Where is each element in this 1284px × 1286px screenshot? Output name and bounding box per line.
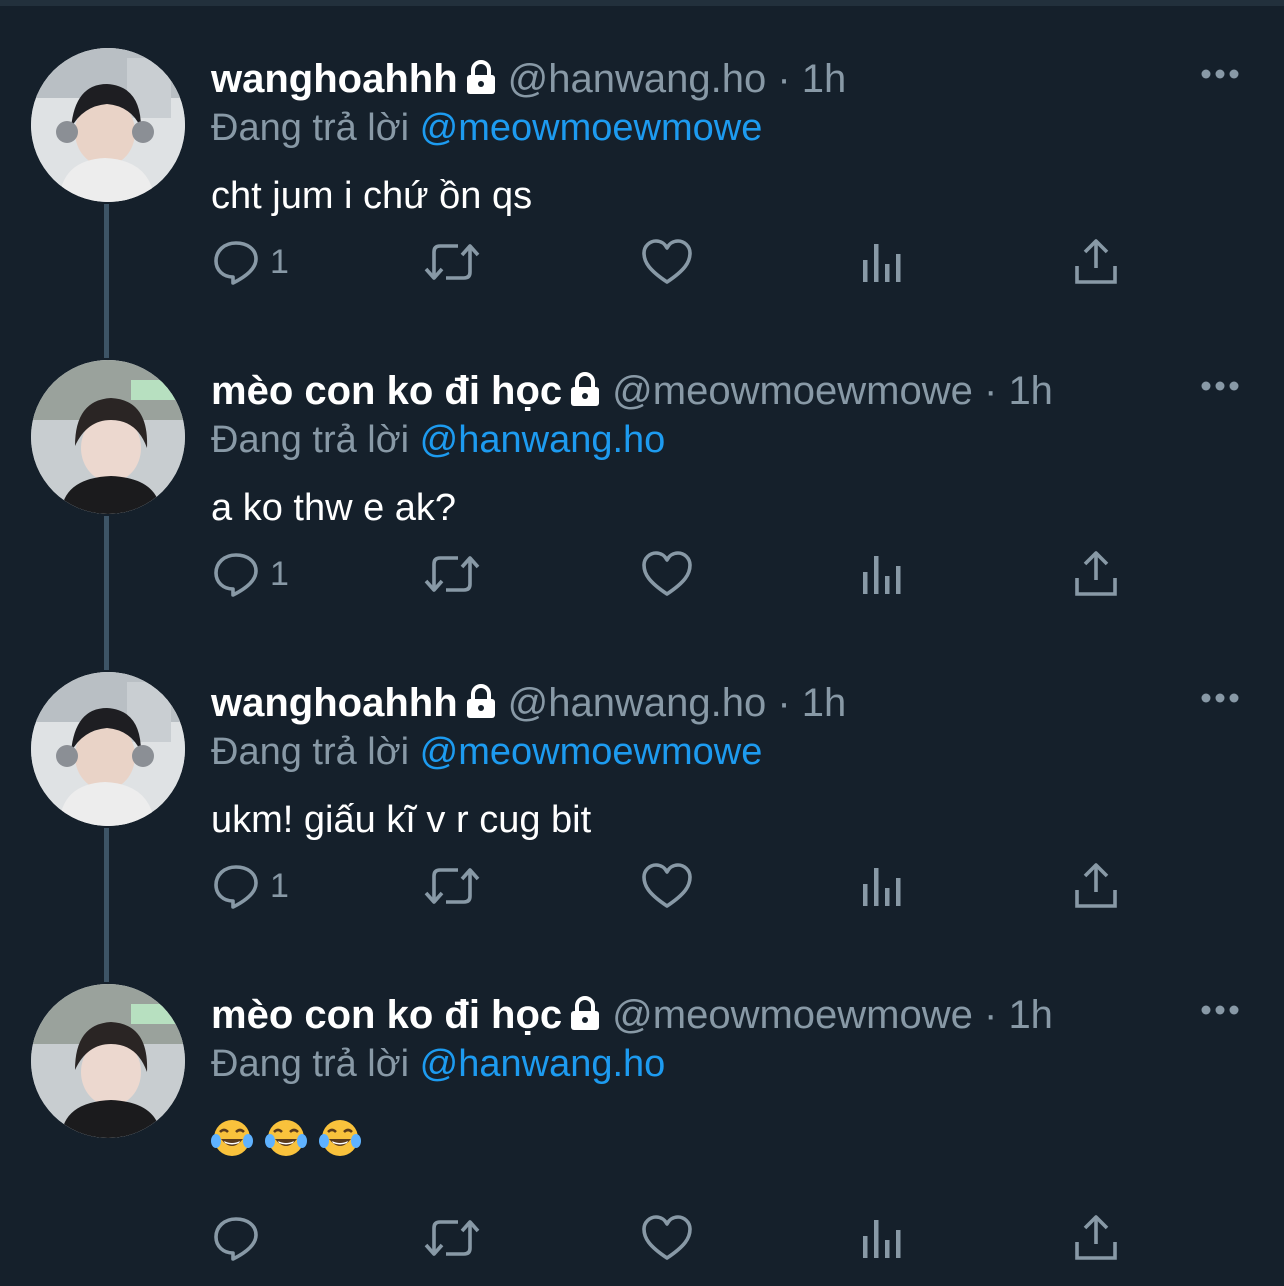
replying-prefix: Đang trả lời <box>211 731 410 773</box>
user-handle[interactable]: @hanwang.ho <box>508 57 767 101</box>
separator-dot: · <box>777 57 791 101</box>
replying-to: Đang trả lời @hanwang.ho <box>211 414 665 466</box>
display-name[interactable]: mèo con ko đi học <box>211 993 562 1037</box>
retweet-icon <box>424 244 480 280</box>
like-button[interactable] <box>641 544 693 604</box>
mention-link[interactable]: @hanwang.ho <box>420 419 666 461</box>
timestamp[interactable]: 1h <box>802 681 847 725</box>
share-icon <box>1075 1215 1117 1260</box>
reply-button[interactable]: 1 <box>212 544 289 604</box>
timestamp[interactable]: 1h <box>1008 369 1053 413</box>
reply-count: 1 <box>270 242 289 281</box>
analytics-icon <box>863 868 901 906</box>
separator-dot: · <box>983 993 998 1037</box>
reply-button[interactable]: 1 <box>212 856 289 916</box>
reply-icon <box>214 241 258 285</box>
timestamp[interactable]: 1h <box>1008 993 1053 1037</box>
action-bar: 1 <box>0 544 1284 604</box>
tears-of-joy-emoji <box>319 1117 361 1175</box>
avatar[interactable] <box>31 360 185 514</box>
retweet-button[interactable] <box>424 544 480 604</box>
replying-prefix: Đang trả lời <box>211 419 410 461</box>
mention-link[interactable]: @meowmoewmowe <box>420 107 763 149</box>
more-icon[interactable] <box>1198 686 1242 710</box>
display-name[interactable]: mèo con ko đi học <box>211 369 562 413</box>
reply-button[interactable] <box>212 1208 270 1268</box>
avatar[interactable] <box>31 672 185 826</box>
share-button[interactable] <box>1072 544 1120 604</box>
user-handle[interactable]: @meowmoewmowe <box>612 993 973 1037</box>
timestamp[interactable]: 1h <box>802 57 847 101</box>
replying-to: Đang trả lời @meowmoewmowe <box>211 102 762 154</box>
avatar[interactable] <box>31 984 185 1138</box>
tweet-header: wanghoahhh @hanwang.ho · 1h <box>211 676 846 730</box>
tweet-header: mèo con ko đi học @meowmoewmowe · 1h <box>211 988 1053 1042</box>
analytics-icon <box>863 1220 901 1258</box>
user-handle[interactable]: @hanwang.ho <box>508 681 767 725</box>
share-icon <box>1075 863 1117 908</box>
reply-count: 1 <box>270 554 289 593</box>
tweet-header: mèo con ko đi học @meowmoewmowe · 1h <box>211 364 1053 418</box>
replying-prefix: Đang trả lời <box>211 107 410 149</box>
like-button[interactable] <box>641 856 693 916</box>
retweet-icon <box>424 556 480 592</box>
like-icon <box>642 239 692 284</box>
like-icon <box>642 863 692 908</box>
share-button[interactable] <box>1072 232 1120 292</box>
tweet[interactable]: mèo con ko đi học @meowmoewmowe · 1h Đang… <box>0 936 1284 1261</box>
share-button[interactable] <box>1072 1208 1120 1268</box>
analytics-button[interactable] <box>860 544 904 604</box>
analytics-icon <box>863 556 901 594</box>
more-icon[interactable] <box>1198 62 1242 86</box>
like-icon <box>642 1215 692 1260</box>
action-bar <box>0 1208 1284 1268</box>
tears-of-joy-emoji <box>211 1117 253 1175</box>
analytics-button[interactable] <box>860 232 904 292</box>
replying-prefix: Đang trả lời <box>211 1043 410 1085</box>
mention-link[interactable]: @meowmoewmowe <box>420 731 763 773</box>
share-button[interactable] <box>1072 856 1120 916</box>
tears-of-joy-emoji <box>265 1117 307 1175</box>
action-bar: 1 <box>0 856 1284 916</box>
like-icon <box>642 551 692 596</box>
reply-icon <box>214 553 258 597</box>
mention-link[interactable]: @hanwang.ho <box>420 1043 666 1085</box>
avatar[interactable] <box>31 48 185 202</box>
tweet[interactable]: mèo con ko đi học @meowmoewmowe · 1h Đang… <box>0 312 1284 624</box>
tweet-text: ukm! giấu kĩ v r cug bit <box>211 799 592 841</box>
replying-to: Đang trả lời @meowmoewmowe <box>211 726 762 778</box>
tweet-text: cht jum i chứ ồn qs <box>211 175 533 217</box>
reply-icon <box>214 865 258 909</box>
user-handle[interactable]: @meowmoewmowe <box>612 369 973 413</box>
reply-icon <box>214 1217 258 1261</box>
tweet[interactable]: wanghoahhh @hanwang.ho · 1h Đang trả lời … <box>0 0 1284 312</box>
tweet[interactable]: wanghoahhh @hanwang.ho · 1h Đang trả lời … <box>0 624 1284 936</box>
retweet-button[interactable] <box>424 1208 480 1268</box>
like-button[interactable] <box>641 232 693 292</box>
replying-to: Đang trả lời @hanwang.ho <box>211 1038 665 1090</box>
analytics-icon <box>863 244 901 282</box>
tweet-header: wanghoahhh @hanwang.ho · 1h <box>211 52 846 106</box>
like-button[interactable] <box>641 1208 693 1268</box>
display-name[interactable]: wanghoahhh <box>211 681 458 725</box>
retweet-button[interactable] <box>424 856 480 916</box>
more-icon[interactable] <box>1198 374 1242 398</box>
share-icon <box>1075 551 1117 596</box>
analytics-button[interactable] <box>860 856 904 916</box>
analytics-button[interactable] <box>860 1208 904 1268</box>
reply-count: 1 <box>270 866 289 905</box>
emoji-row <box>211 1116 373 1175</box>
separator-dot: · <box>777 681 791 725</box>
display-name[interactable]: wanghoahhh <box>211 57 458 101</box>
share-icon <box>1075 239 1117 284</box>
separator-dot: · <box>983 369 998 413</box>
tweet-text: a ko thw e ak? <box>211 487 457 529</box>
more-icon[interactable] <box>1198 998 1242 1022</box>
retweet-button[interactable] <box>424 232 480 292</box>
reply-button[interactable]: 1 <box>212 232 289 292</box>
action-bar: 1 <box>0 232 1284 292</box>
retweet-icon <box>424 1220 480 1256</box>
retweet-icon <box>424 868 480 904</box>
